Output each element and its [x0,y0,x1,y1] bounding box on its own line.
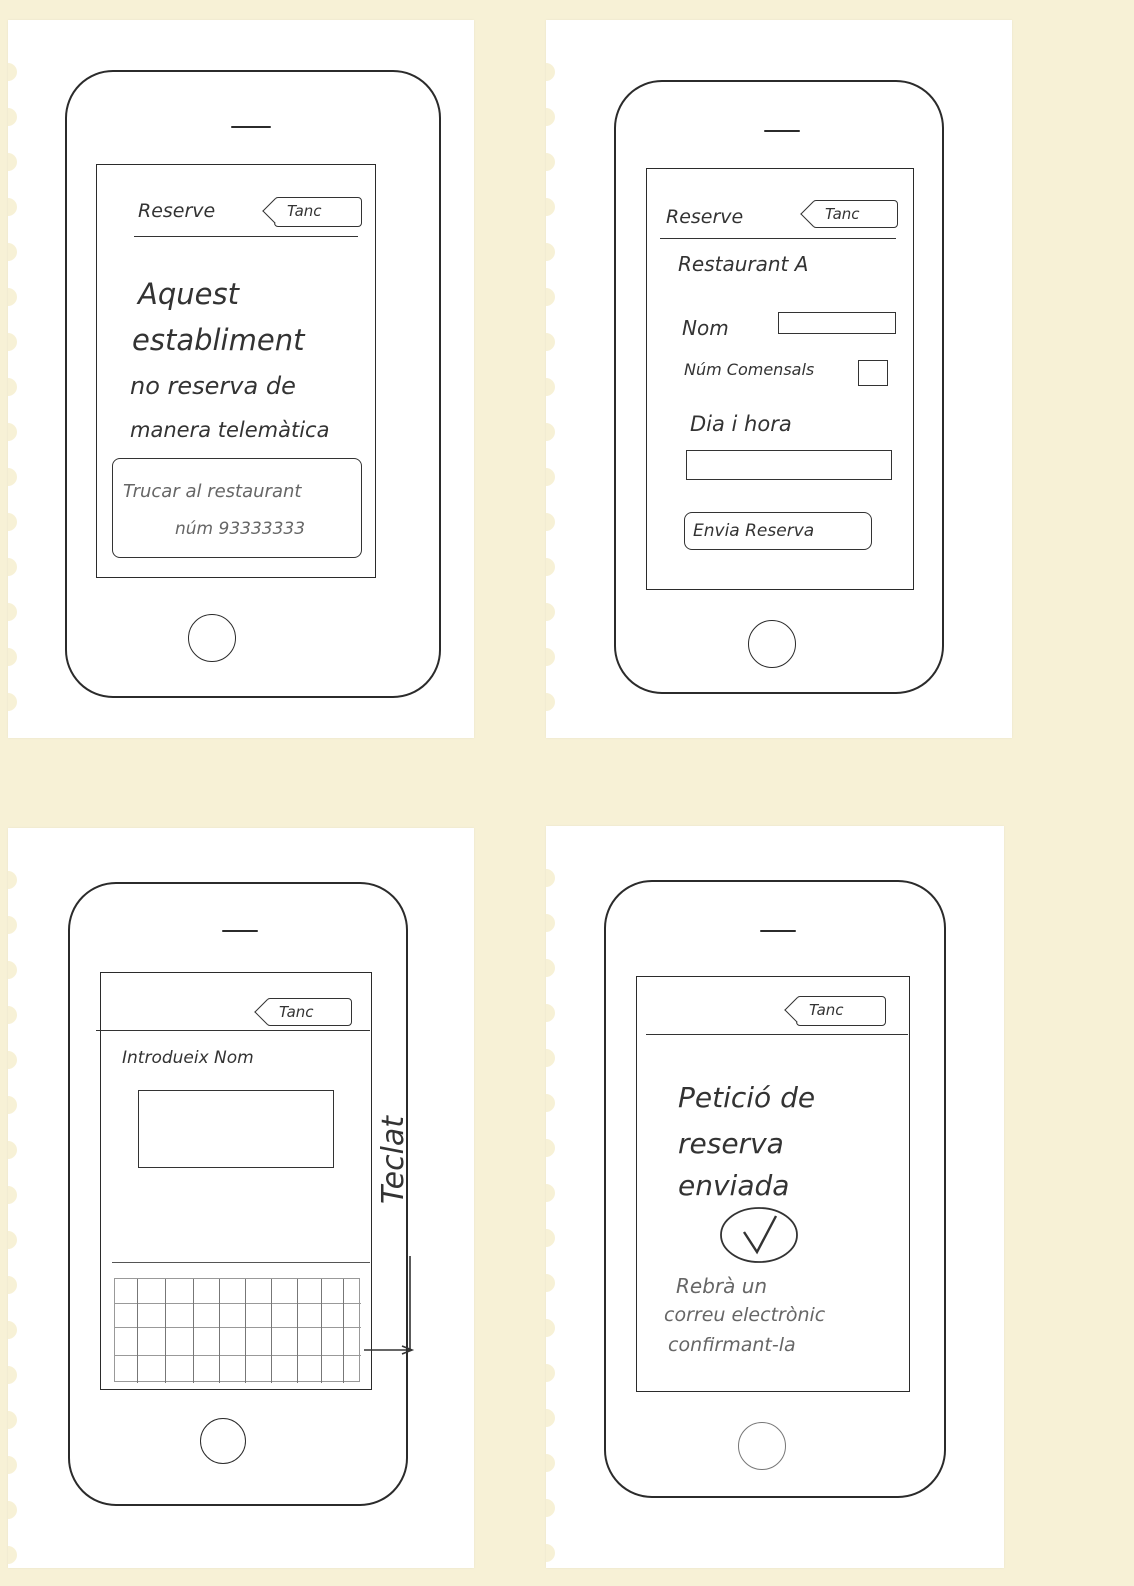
home-button[interactable] [200,1418,246,1464]
header-divider [646,1034,908,1035]
keyboard-key-line [321,1279,322,1383]
keyboard-key-line [343,1279,344,1383]
keyboard-key-line [245,1279,246,1383]
restaurant-label: Restaurant A [678,252,809,276]
keyboard-key-line [165,1279,166,1383]
keyboard-key-line [297,1279,298,1383]
note-line-2: correu electrònic [664,1304,826,1326]
datetime-input[interactable] [686,450,892,480]
perforated-edge [546,869,555,1562]
message-line-4: manera telemàtica [130,418,330,442]
keyboard-row-line [115,1303,361,1304]
speaker [231,126,271,128]
datetime-label: Dia i hora [690,412,792,436]
speaker [760,930,796,932]
name-label: Nom [682,316,729,340]
speaker [222,930,258,932]
call-button-line-1: Trucar al restaurant [123,481,302,502]
call-restaurant-button[interactable]: Trucar al restaurant núm 93333333 [112,458,362,558]
submit-reservation-button[interactable]: Envia Reserva [684,512,872,550]
keyboard-key-line [137,1279,138,1383]
confirmation-line-3: enviada [678,1169,790,1202]
name-text-area[interactable] [138,1090,334,1168]
note-line-1: Rebrà un [676,1274,768,1298]
screen-title: Reserve [666,206,744,228]
guests-label: Núm Comensals [684,360,815,379]
perforated-edge [8,63,17,711]
perforated-edge [8,871,17,1564]
home-button[interactable] [738,1422,786,1470]
name-input[interactable] [778,312,896,334]
call-button-line-2: núm 93333333 [175,519,306,539]
back-button[interactable]: Tanc [274,197,362,227]
speaker [764,130,800,132]
confirmation-line-1: Petició de [678,1081,816,1114]
check-circle-icon [720,1207,798,1263]
name-prompt: Introdueix Nom [122,1048,254,1068]
keyboard-row-line [115,1355,361,1356]
keyboard-annotation: Teclat [376,1115,411,1204]
header-divider [134,236,358,237]
note-line-3: confirmant-la [668,1334,796,1356]
keyboard-divider [112,1262,370,1263]
keyboard-key-line [219,1279,220,1383]
guests-checkbox[interactable] [858,360,888,386]
keyboard-row-line [115,1327,361,1328]
message-line-1: Aquest [138,277,239,311]
keyboard-annotation-arrow [364,1256,415,1355]
header-divider [660,238,896,239]
submit-label: Envia Reserva [693,521,815,541]
home-button[interactable] [748,620,796,668]
message-line-3: no reserva de [130,372,296,400]
home-button[interactable] [188,614,236,662]
keyboard-key-line [193,1279,194,1383]
header-divider [96,1030,370,1031]
back-button[interactable]: Tanc [796,996,886,1026]
message-line-2: establiment [132,323,305,357]
back-button[interactable]: Tanc [266,998,352,1026]
on-screen-keyboard[interactable] [114,1278,361,1383]
keyboard-key-line [271,1279,272,1383]
confirmation-line-2: reserva [678,1127,784,1160]
perforated-edge [546,63,555,711]
back-button[interactable]: Tanc [812,200,898,228]
screen-title: Reserve [138,200,216,222]
